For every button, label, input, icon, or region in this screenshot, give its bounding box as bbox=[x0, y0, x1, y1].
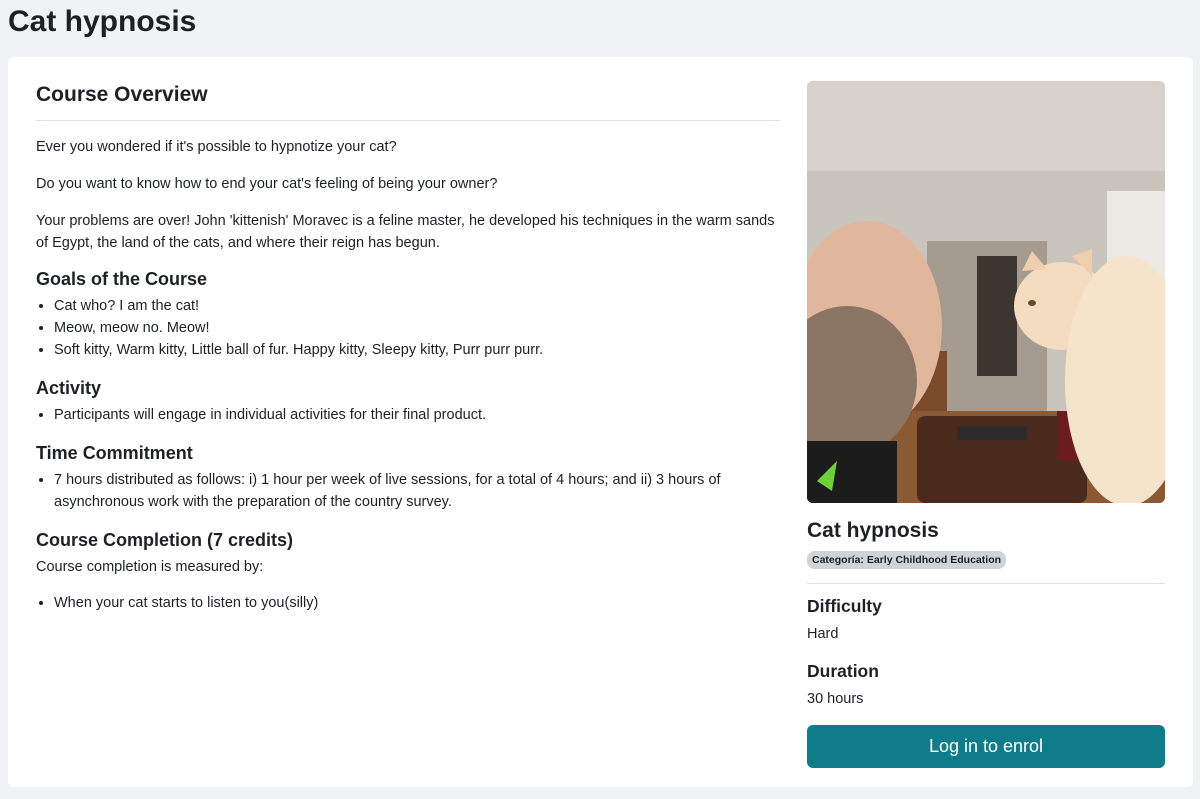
overview-paragraph: Your problems are over! John 'kittenish'… bbox=[36, 213, 775, 251]
list-item: 7 hours distributed as follows: i) 1 hou… bbox=[54, 469, 780, 513]
overview-paragraph: Do you want to know how to end your cat'… bbox=[36, 176, 498, 192]
sidebar-divider bbox=[807, 583, 1165, 584]
course-image bbox=[807, 81, 1165, 503]
overview-divider bbox=[36, 120, 780, 121]
duration-value: 30 hours bbox=[807, 691, 864, 707]
completion-intro: Course completion is measured by: bbox=[36, 559, 264, 575]
course-photo-illustration bbox=[807, 81, 1165, 503]
difficulty-value: Hard bbox=[807, 626, 839, 642]
list-item: When your cat starts to listen to you(si… bbox=[54, 592, 780, 614]
time-commitment-title: Time Commitment bbox=[36, 443, 193, 463]
time-commitment-list: 7 hours distributed as follows: i) 1 hou… bbox=[36, 469, 780, 513]
completion-title: Course Completion (7 credits) bbox=[36, 530, 294, 550]
overview-paragraph: Ever you wondered if it's possible to hy… bbox=[36, 139, 397, 155]
overview-title: Course Overview bbox=[36, 83, 208, 106]
list-item: Participants will engage in individual a… bbox=[54, 404, 780, 426]
goals-title: Goals of the Course bbox=[36, 269, 208, 289]
activity-title: Activity bbox=[36, 378, 102, 398]
list-item: Cat who? I am the cat! bbox=[54, 295, 780, 317]
list-item: Soft kitty, Warm kitty, Little ball of f… bbox=[54, 339, 780, 361]
completion-list: When your cat starts to listen to you(si… bbox=[36, 592, 780, 614]
course-card: Course Overview Ever you wondered if it'… bbox=[8, 57, 1193, 787]
enrol-button[interactable]: Log in to enrol bbox=[807, 725, 1165, 768]
list-item: Meow, meow no. Meow! bbox=[54, 317, 780, 339]
category-badge: Categoría: Early Childhood Education bbox=[807, 551, 1007, 569]
course-name: Cat hypnosis bbox=[807, 519, 939, 542]
goals-list: Cat who? I am the cat! Meow, meow no. Me… bbox=[36, 295, 780, 361]
difficulty-label: Difficulty bbox=[807, 596, 882, 616]
course-sidebar: Cat hypnosis Categoría: Early Childhood … bbox=[807, 81, 1165, 768]
activity-list: Participants will engage in individual a… bbox=[36, 404, 780, 426]
course-overview: Course Overview Ever you wondered if it'… bbox=[36, 81, 780, 614]
page-title: Cat hypnosis bbox=[8, 5, 197, 38]
duration-label: Duration bbox=[807, 661, 879, 681]
